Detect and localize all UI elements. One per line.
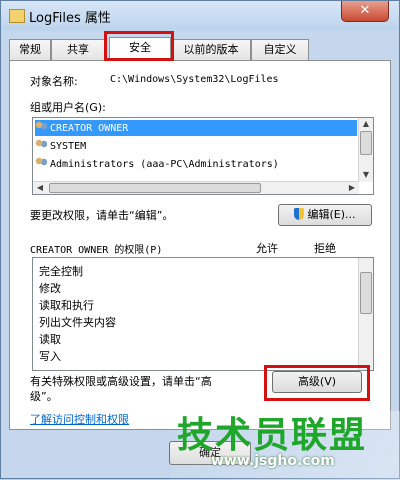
users-icon bbox=[35, 139, 47, 150]
scroll-thumb[interactable] bbox=[360, 272, 372, 314]
tab-customize[interactable]: 自定义 bbox=[251, 39, 309, 60]
tab-sharing[interactable]: 共享 bbox=[51, 39, 105, 60]
groups-listbox[interactable]: CREATOR OWNER SYSTEM Administrators (aaa… bbox=[32, 117, 374, 195]
permissions-header: CREATOR OWNER 的权限(P) bbox=[30, 245, 163, 256]
tab-previous-versions[interactable]: 以前的版本 bbox=[171, 39, 251, 60]
object-name-label: 对象名称: bbox=[30, 75, 78, 88]
scroll-left-icon[interactable]: ◀ bbox=[33, 182, 47, 194]
hscroll-thumb[interactable] bbox=[49, 183, 261, 193]
permissions-scrollbar[interactable] bbox=[358, 258, 373, 370]
tab-bar: 常规 共享 安全 以前的版本 自定义 bbox=[9, 37, 389, 61]
security-tab-highlight bbox=[104, 31, 174, 61]
title-bar: LogFiles 属性 ✕ bbox=[1, 1, 399, 31]
deny-column-header: 拒绝 bbox=[314, 242, 336, 255]
learn-more-link[interactable]: 了解访问控制和权限 bbox=[30, 411, 129, 427]
advanced-hint-line1: 有关特殊权限或高级设置，请单击“高 bbox=[30, 375, 212, 388]
allow-column-header: 允许 bbox=[256, 242, 278, 255]
watermark-url: www.jsgho.com bbox=[211, 453, 335, 469]
tab-general[interactable]: 常规 bbox=[9, 39, 51, 60]
watermark-text: 技术员联盟 bbox=[177, 415, 368, 456]
users-icon bbox=[35, 157, 47, 168]
permission-row: 读取和执行 bbox=[39, 299, 94, 312]
scroll-thumb[interactable] bbox=[360, 131, 372, 155]
permissions-list: 完全控制 修改 读取和执行 列出文件夹内容 读取 写入 bbox=[32, 257, 374, 371]
edit-button[interactable]: 编辑(E)... bbox=[278, 204, 372, 226]
permission-row: 修改 bbox=[39, 282, 61, 295]
scroll-right-icon[interactable]: ▶ bbox=[345, 182, 359, 194]
users-icon bbox=[35, 121, 47, 132]
close-button[interactable]: ✕ bbox=[341, 1, 389, 22]
permission-row: 读取 bbox=[39, 333, 61, 346]
edit-hint: 要更改权限，请单击“编辑”。 bbox=[30, 209, 174, 222]
permission-row: 写入 bbox=[39, 350, 61, 363]
scroll-up-icon[interactable]: ▲ bbox=[359, 118, 373, 130]
permission-row: 列出文件夹内容 bbox=[39, 316, 116, 329]
window-title: LogFiles 属性 bbox=[29, 11, 111, 26]
shield-icon bbox=[294, 208, 305, 220]
permission-row: 完全控制 bbox=[39, 265, 83, 278]
security-panel: 对象名称: C:\Windows\System32\LogFiles 组或用户名… bbox=[9, 60, 391, 430]
groups-horizontal-scrollbar[interactable]: ◀ ▶ bbox=[33, 181, 359, 194]
list-item-creator-owner[interactable]: CREATOR OWNER bbox=[35, 120, 357, 136]
scroll-down-icon[interactable]: ▼ bbox=[359, 169, 373, 181]
list-item-administrators[interactable]: Administrators (aaa-PC\Administrators) bbox=[35, 156, 279, 172]
properties-dialog: LogFiles 属性 ✕ 常规 共享 安全 以前的版本 自定义 对象名称: C… bbox=[0, 0, 400, 480]
object-name-value: C:\Windows\System32\LogFiles bbox=[110, 74, 279, 85]
folder-icon bbox=[9, 9, 25, 23]
groups-vertical-scrollbar[interactable]: ▲ ▼ bbox=[358, 118, 373, 182]
list-item-system[interactable]: SYSTEM bbox=[35, 138, 86, 154]
advanced-hint-line2: 级”。 bbox=[30, 390, 58, 403]
advanced-button-highlight bbox=[264, 365, 370, 401]
groups-label: 组或用户名(G): bbox=[30, 101, 106, 114]
